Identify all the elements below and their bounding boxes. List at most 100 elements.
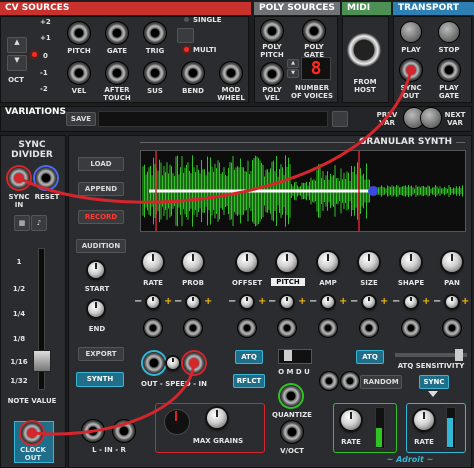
note-value-label: NOTE VALUE [7, 397, 57, 405]
vel-label: VEL [71, 87, 87, 95]
waveform-display[interactable] [140, 150, 466, 232]
sync-button[interactable]: SYNC [419, 375, 449, 389]
shape-label: SHAPE [397, 279, 425, 287]
octave-up-button[interactable]: ▲ [7, 37, 27, 53]
offset-knob[interactable] [237, 252, 257, 272]
export-button[interactable]: EXPORT [78, 347, 124, 361]
pitch-knob[interactable] [277, 252, 297, 272]
poly-gate-jack[interactable] [303, 20, 325, 42]
sync-in-jack[interactable] [8, 167, 30, 189]
rate-knob-1[interactable] [341, 410, 361, 430]
rflct-button[interactable]: RFLCT [233, 374, 265, 388]
pitch-jack[interactable] [68, 22, 90, 44]
gate-jack[interactable] [106, 22, 128, 44]
division-1-4: 1/4 [12, 310, 26, 318]
input-left-jack[interactable] [82, 420, 104, 442]
prob-knob[interactable] [183, 252, 203, 272]
aftertouch-jack[interactable] [106, 62, 128, 84]
save-variation-button[interactable]: SAVE [66, 112, 96, 126]
synth-button[interactable]: SYNTH [76, 372, 124, 387]
speed-out-jack[interactable] [143, 352, 165, 374]
trig-mode-button[interactable] [177, 28, 194, 43]
end-knob[interactable] [88, 301, 104, 317]
max-grains-meter-needle [175, 411, 177, 421]
offset-att-knob[interactable] [241, 296, 253, 308]
clock-out-jack[interactable] [21, 422, 43, 444]
rate-att-knob[interactable] [147, 296, 159, 308]
reset-jack[interactable] [35, 167, 57, 189]
atq-button-2[interactable]: ATQ [356, 350, 384, 364]
plus-icon: + [461, 296, 470, 307]
note-button[interactable]: ♪ [31, 215, 47, 231]
multi-led [184, 47, 189, 52]
note-value-slider-handle[interactable] [33, 350, 51, 372]
prob-att-knob[interactable] [187, 296, 199, 308]
play-button[interactable] [401, 22, 421, 42]
rate-cv-jack[interactable] [144, 319, 162, 337]
shape-cv-jack[interactable] [402, 319, 420, 337]
atq-sensitivity-handle[interactable] [455, 349, 463, 361]
random-jack-2[interactable] [341, 372, 359, 390]
speed-in-jack[interactable] [183, 352, 205, 374]
aftertouch-label: AFTER TOUCH [103, 86, 131, 102]
offset-cv-jack[interactable] [238, 319, 256, 337]
bend-jack[interactable] [182, 62, 204, 84]
modwheel-label: MOD WHEEL [217, 86, 245, 102]
sync-out-jack[interactable] [400, 59, 422, 81]
sus-jack[interactable] [144, 62, 166, 84]
shape-att-knob[interactable] [405, 296, 417, 308]
poly-pitch-jack[interactable] [261, 20, 283, 42]
random-trigger-jack[interactable] [320, 372, 338, 390]
voices-down-button[interactable]: ▼ [287, 69, 299, 78]
max-grains-meter [164, 409, 190, 435]
amp-cv-jack[interactable] [319, 319, 337, 337]
append-button[interactable]: APPEND [78, 182, 124, 196]
sync-divider-title: SYNC DIVIDER [11, 140, 53, 160]
max-grains-knob[interactable] [207, 408, 227, 428]
octave-down-button[interactable]: ▼ [7, 55, 27, 71]
omdu-switch-handle[interactable] [284, 350, 292, 361]
atq-button-1[interactable]: ATQ [235, 350, 263, 364]
size-cv-jack[interactable] [360, 319, 378, 337]
minus-icon: − [268, 296, 277, 307]
vel-jack[interactable] [68, 62, 90, 84]
size-knob[interactable] [359, 252, 379, 272]
shape-knob[interactable] [401, 252, 421, 272]
pan-cv-jack[interactable] [443, 319, 461, 337]
variation-name-field[interactable] [98, 111, 328, 127]
gate-label: GATE [106, 47, 128, 55]
random-button[interactable]: RANDOM [360, 375, 402, 389]
rate-knob[interactable] [143, 252, 163, 272]
pitch-cv-jack[interactable] [278, 319, 296, 337]
rate-knob-2[interactable] [414, 410, 434, 430]
prob-cv-jack[interactable] [184, 319, 202, 337]
plus-icon: + [298, 296, 307, 307]
audition-button[interactable]: AUDITION [76, 239, 126, 253]
minus-icon: − [309, 296, 318, 307]
quantize-jack[interactable] [280, 385, 302, 407]
amp-knob[interactable] [318, 252, 338, 272]
division-1-2: 1/2 [12, 285, 26, 293]
modwheel-jack[interactable] [220, 62, 242, 84]
input-right-jack[interactable] [113, 420, 135, 442]
octave-value-p1: +1 [40, 34, 51, 42]
next-var-button[interactable] [421, 108, 441, 128]
play-gate-label: PLAY GATE [438, 84, 460, 100]
voices-up-button[interactable]: ▲ [287, 59, 299, 68]
pan-att-knob[interactable] [446, 296, 458, 308]
speed-knob[interactable] [167, 357, 179, 369]
load-button[interactable]: LOAD [78, 157, 124, 171]
triplet-button[interactable]: ▦ [14, 215, 30, 231]
pan-knob[interactable] [442, 252, 462, 272]
pitch-att-knob[interactable] [281, 296, 293, 308]
size-att-knob[interactable] [363, 296, 375, 308]
amp-att-knob[interactable] [322, 296, 334, 308]
trig-jack[interactable] [144, 22, 166, 44]
voct-jack[interactable] [281, 421, 303, 443]
poly-vel-jack[interactable] [261, 63, 283, 85]
start-knob[interactable] [88, 262, 104, 278]
record-button[interactable]: RECORD [78, 210, 124, 224]
stop-button[interactable] [439, 22, 459, 42]
variation-scroll-button[interactable] [332, 111, 348, 127]
play-gate-jack[interactable] [438, 59, 460, 81]
